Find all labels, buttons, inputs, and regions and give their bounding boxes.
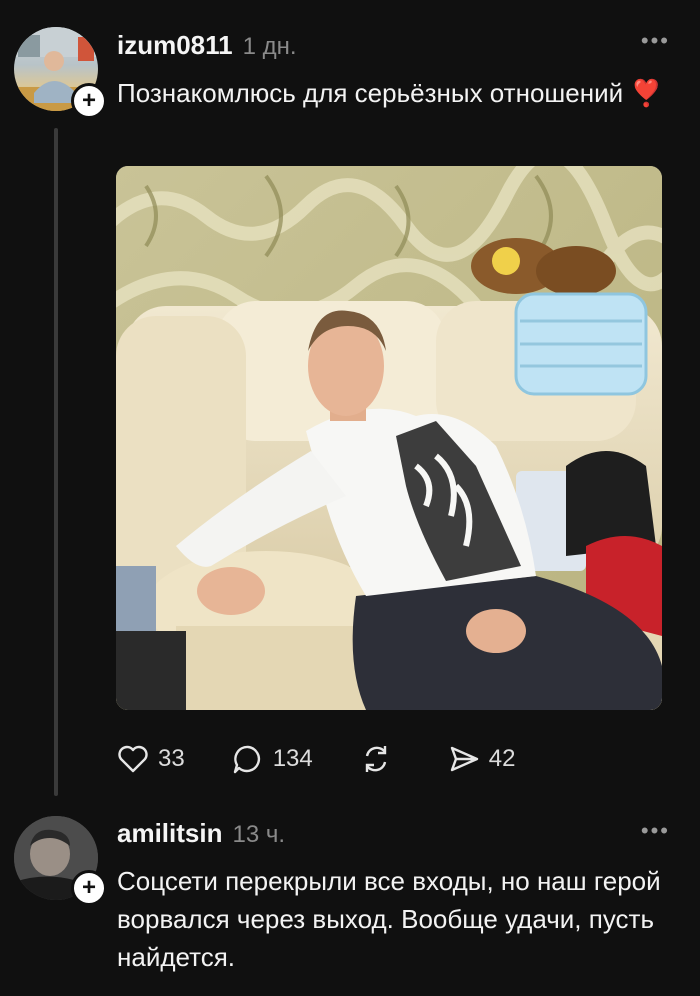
- post-text: Познакомлюсь для серьёзных отношений ❣️: [117, 78, 663, 108]
- timestamp: 1 дн.: [242, 33, 297, 60]
- shares-count: 42: [488, 745, 516, 772]
- thread-line: [54, 128, 58, 796]
- timestamp: 13 ч.: [232, 821, 286, 848]
- comments-count: 134: [272, 745, 313, 772]
- post: + izum0811 1 дн. ••• Познакомлюсь для се…: [0, 0, 700, 800]
- reply-text: Соцсети перекрыли все входы, но наш геро…: [117, 866, 661, 972]
- heart-icon: [118, 745, 148, 773]
- username[interactable]: amilitsin: [117, 818, 222, 849]
- comment-button[interactable]: 134: [231, 742, 313, 776]
- username[interactable]: izum0811: [117, 30, 233, 61]
- more-icon[interactable]: •••: [641, 818, 670, 844]
- post-actions: 33 134 42: [116, 742, 561, 776]
- photo-illustration: [116, 166, 662, 710]
- more-icon[interactable]: •••: [641, 28, 670, 54]
- post-image[interactable]: [116, 166, 662, 710]
- comment-icon: [233, 745, 260, 774]
- repost-icon: [365, 746, 386, 772]
- share-button[interactable]: 42: [447, 742, 516, 776]
- repost-button[interactable]: [359, 742, 401, 776]
- follow-button[interactable]: +: [71, 870, 107, 906]
- like-button[interactable]: 33: [116, 742, 185, 776]
- post-header: izum0811 1 дн.: [117, 30, 297, 61]
- send-icon: [450, 746, 478, 772]
- reply: + amilitsin 13 ч. ••• Соцсети перекрыли …: [0, 800, 700, 996]
- reply-header: amilitsin 13 ч.: [117, 818, 285, 849]
- likes-count: 33: [158, 745, 185, 772]
- follow-button[interactable]: +: [71, 83, 107, 119]
